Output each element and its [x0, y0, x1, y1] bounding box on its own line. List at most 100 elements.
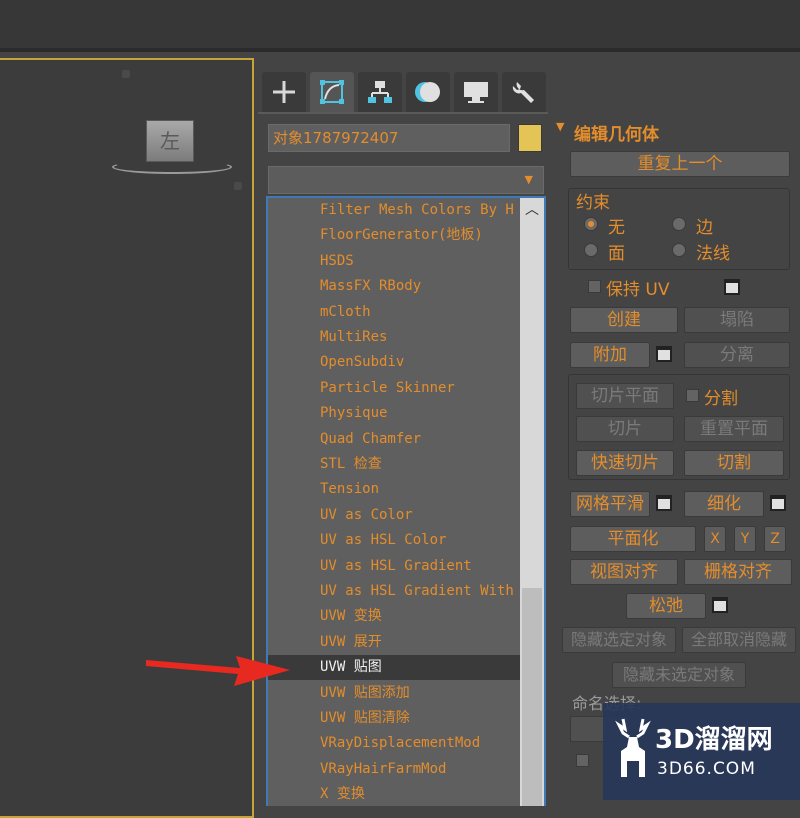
modifier-list-item[interactable]: FloorGenerator(地板): [268, 223, 522, 248]
modifier-list-item[interactable]: Particle Skinner: [268, 376, 522, 401]
slice-plane-button[interactable]: 切片平面: [576, 383, 674, 409]
watermark: 3D溜溜网 3D66.COM: [603, 703, 800, 800]
modifier-list-item[interactable]: UVW 变换: [268, 604, 522, 629]
planar-z-button[interactable]: Z: [764, 526, 786, 552]
slice-button[interactable]: 切片: [576, 416, 674, 442]
modifier-list-item[interactable]: Filter Mesh Colors By H: [268, 198, 522, 223]
cut-button[interactable]: 切割: [684, 450, 784, 476]
make-planar-button[interactable]: 平面化: [570, 526, 696, 552]
tessellate-settings-icon[interactable]: [770, 495, 786, 511]
split-checkbox[interactable]: [686, 389, 699, 402]
object-name-field[interactable]: 对象1787972407: [268, 124, 510, 152]
modifier-list-item[interactable]: MassFX RBody: [268, 274, 522, 299]
rollout-title[interactable]: 编辑几何体: [574, 120, 659, 145]
modifier-list-item[interactable]: UVW 贴图: [268, 655, 522, 681]
plus-icon: [273, 81, 295, 103]
object-color-swatch[interactable]: [518, 124, 542, 152]
modifier-list-item[interactable]: X 变换: [268, 782, 522, 806]
constraint-normal-label: 法线: [696, 244, 730, 264]
viewport-left[interactable]: [0, 58, 254, 818]
meshsmooth-settings-icon[interactable]: [656, 495, 672, 511]
planar-y-button[interactable]: Y: [734, 526, 756, 552]
repeat-last-button[interactable]: 重复上一个: [570, 151, 790, 177]
constraint-edge-radio[interactable]: [672, 217, 686, 231]
modifier-list-item[interactable]: UV as HSL Gradient With: [268, 579, 522, 604]
command-panel-tabs: [258, 72, 548, 112]
relax-button[interactable]: 松弛: [626, 593, 706, 619]
modifier-list-item[interactable]: UVW 展开: [268, 630, 522, 655]
deer-logo-icon: [615, 718, 651, 777]
modifier-list-item[interactable]: Tension: [268, 477, 522, 502]
collapse-button[interactable]: 塌陷: [684, 307, 790, 333]
modifier-list[interactable]: Filter Mesh Colors By H FloorGenerator(地板…: [266, 196, 546, 806]
watermark-brand: 3D溜溜网: [655, 725, 773, 755]
scroll-up-icon[interactable]: ︿: [524, 202, 540, 218]
modifier-list-item[interactable]: UVW 贴图清除: [268, 706, 522, 731]
chevron-down-icon: ▼: [524, 173, 533, 186]
wrench-icon: [512, 82, 534, 103]
settings-icon[interactable]: [724, 279, 740, 295]
preserve-uv-checkbox[interactable]: [588, 280, 601, 293]
meshsmooth-button[interactable]: 网格平滑: [570, 491, 650, 517]
quickslice-button[interactable]: 快速切片: [576, 450, 674, 476]
modifier-list-item[interactable]: UV as Color: [268, 503, 522, 528]
relax-settings-icon[interactable]: [712, 597, 728, 613]
viewcube-face-label: 左: [160, 129, 180, 153]
modifier-list-item[interactable]: UVW 贴图添加: [268, 681, 522, 706]
scroll-thumb[interactable]: [522, 588, 542, 806]
modifier-list-item[interactable]: VRayHairFarmMod: [268, 757, 522, 782]
top-toolbar-area: [0, 0, 800, 48]
hide-selected-button[interactable]: 隐藏选定对象: [562, 627, 676, 653]
hierarchy-icon: [368, 81, 392, 103]
modifier-list-dropdown[interactable]: ▼: [268, 166, 544, 194]
constraint-face-label: 面: [608, 244, 625, 264]
grid-align-button[interactable]: 栅格对齐: [684, 559, 792, 585]
modifier-list-item[interactable]: STL 检查: [268, 452, 522, 477]
attach-list-icon[interactable]: [656, 346, 672, 362]
tessellate-button[interactable]: 细化: [684, 491, 764, 517]
create-button[interactable]: 创建: [570, 307, 678, 333]
modifier-list-item[interactable]: Physique: [268, 401, 522, 426]
modifier-list-item[interactable]: VRayDisplacementMod: [268, 731, 522, 756]
top-divider: [0, 48, 800, 52]
tab-create[interactable]: [262, 72, 306, 112]
viewcube-corner-handle[interactable]: [234, 182, 242, 190]
list-scrollbar[interactable]: ︿: [520, 198, 544, 806]
modifier-list-item[interactable]: OpenSubdiv: [268, 350, 522, 375]
tab-separator: [258, 112, 548, 114]
preserve-uv-label: 保持 UV: [606, 280, 670, 300]
unhide-all-button[interactable]: 全部取消隐藏: [682, 627, 796, 653]
tab-motion[interactable]: [406, 72, 450, 112]
modifier-list-item[interactable]: mCloth: [268, 300, 522, 325]
modify-icon: [320, 80, 344, 104]
hide-unselected-button[interactable]: 隐藏未选定对象: [612, 662, 746, 688]
delete-isolated-checkbox[interactable]: [576, 754, 589, 767]
modifier-list-item[interactable]: Quad Chamfer: [268, 427, 522, 452]
constraint-normal-radio[interactable]: [672, 243, 686, 257]
reset-plane-button[interactable]: 重置平面: [684, 416, 784, 442]
attach-button[interactable]: 附加: [570, 342, 650, 368]
tab-modify[interactable]: [310, 72, 354, 112]
modifier-list-item[interactable]: HSDS: [268, 249, 522, 274]
constraint-none-radio[interactable]: [584, 217, 598, 231]
constraint-face-radio[interactable]: [584, 243, 598, 257]
modifier-list-item[interactable]: UV as HSL Gradient: [268, 554, 522, 579]
viewcube-ring[interactable]: [112, 160, 232, 174]
rollout-collapse-icon[interactable]: ▼: [556, 120, 564, 133]
split-label: 分割: [704, 389, 738, 409]
tab-hierarchy[interactable]: [358, 72, 402, 112]
planar-x-button[interactable]: X: [704, 526, 726, 552]
modifier-list-item[interactable]: UV as HSL Color: [268, 528, 522, 553]
constraint-none-label: 无: [608, 218, 625, 238]
detach-button[interactable]: 分离: [684, 342, 790, 368]
modifier-list-item[interactable]: MultiRes: [268, 325, 522, 350]
view-align-button[interactable]: 视图对齐: [570, 559, 678, 585]
tab-display[interactable]: [454, 72, 498, 112]
viewcube-corner-handle[interactable]: [122, 70, 130, 78]
constraint-edge-label: 边: [696, 218, 713, 238]
motion-icon: [415, 82, 440, 102]
viewcube[interactable]: 左: [146, 120, 194, 162]
watermark-url: 3D66.COM: [657, 759, 756, 779]
tab-utilities[interactable]: [502, 72, 546, 112]
edit-geometry-rollout: ▼ 编辑几何体 重复上一个 约束 无 边 面 法线 保持 UV 创建 塌陷 附加…: [550, 114, 800, 804]
